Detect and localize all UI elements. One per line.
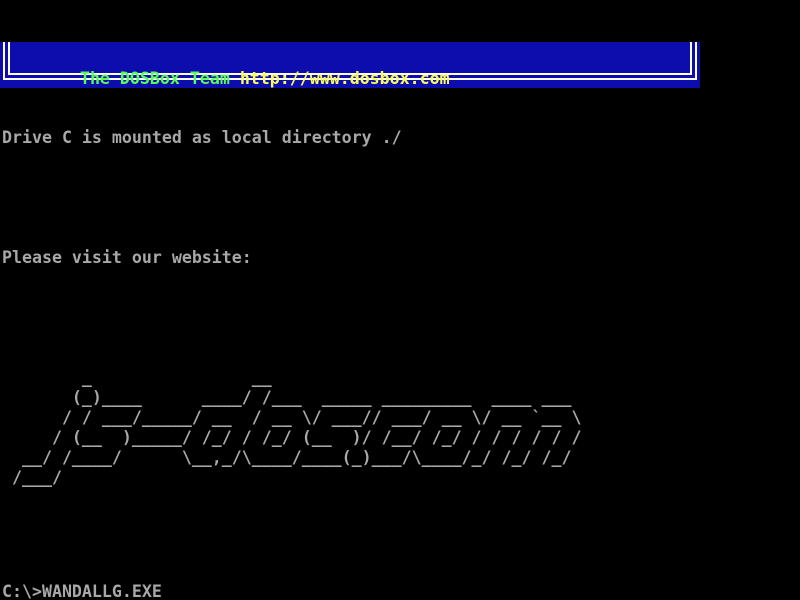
blank-line: [2, 188, 671, 208]
command-line: C:\>WANDALLG.EXE: [2, 582, 671, 600]
terminal-output: Drive C is mounted as local directory ./…: [2, 88, 671, 600]
jsdos-ascii-logo: _ __ (_)____ ____/ /___ _____ _________ …: [2, 368, 671, 488]
spacer: [2, 528, 671, 542]
banner-title: The DOSBox Team http://www.dosbox.com: [20, 49, 450, 88]
mount-status-line: Drive C is mounted as local directory ./: [2, 128, 671, 148]
website-invite-line: Please visit our website:: [2, 248, 671, 268]
dosbox-screen[interactable]: The DOSBox Team http://www.dosbox.com Dri…: [0, 0, 800, 600]
dosbox-url-text: http://www.dosbox.com: [240, 69, 450, 88]
dosbox-team-label: The DOSBox Team: [80, 69, 230, 88]
dosbox-banner: The DOSBox Team http://www.dosbox.com: [0, 42, 700, 88]
blank-line: [2, 308, 671, 328]
